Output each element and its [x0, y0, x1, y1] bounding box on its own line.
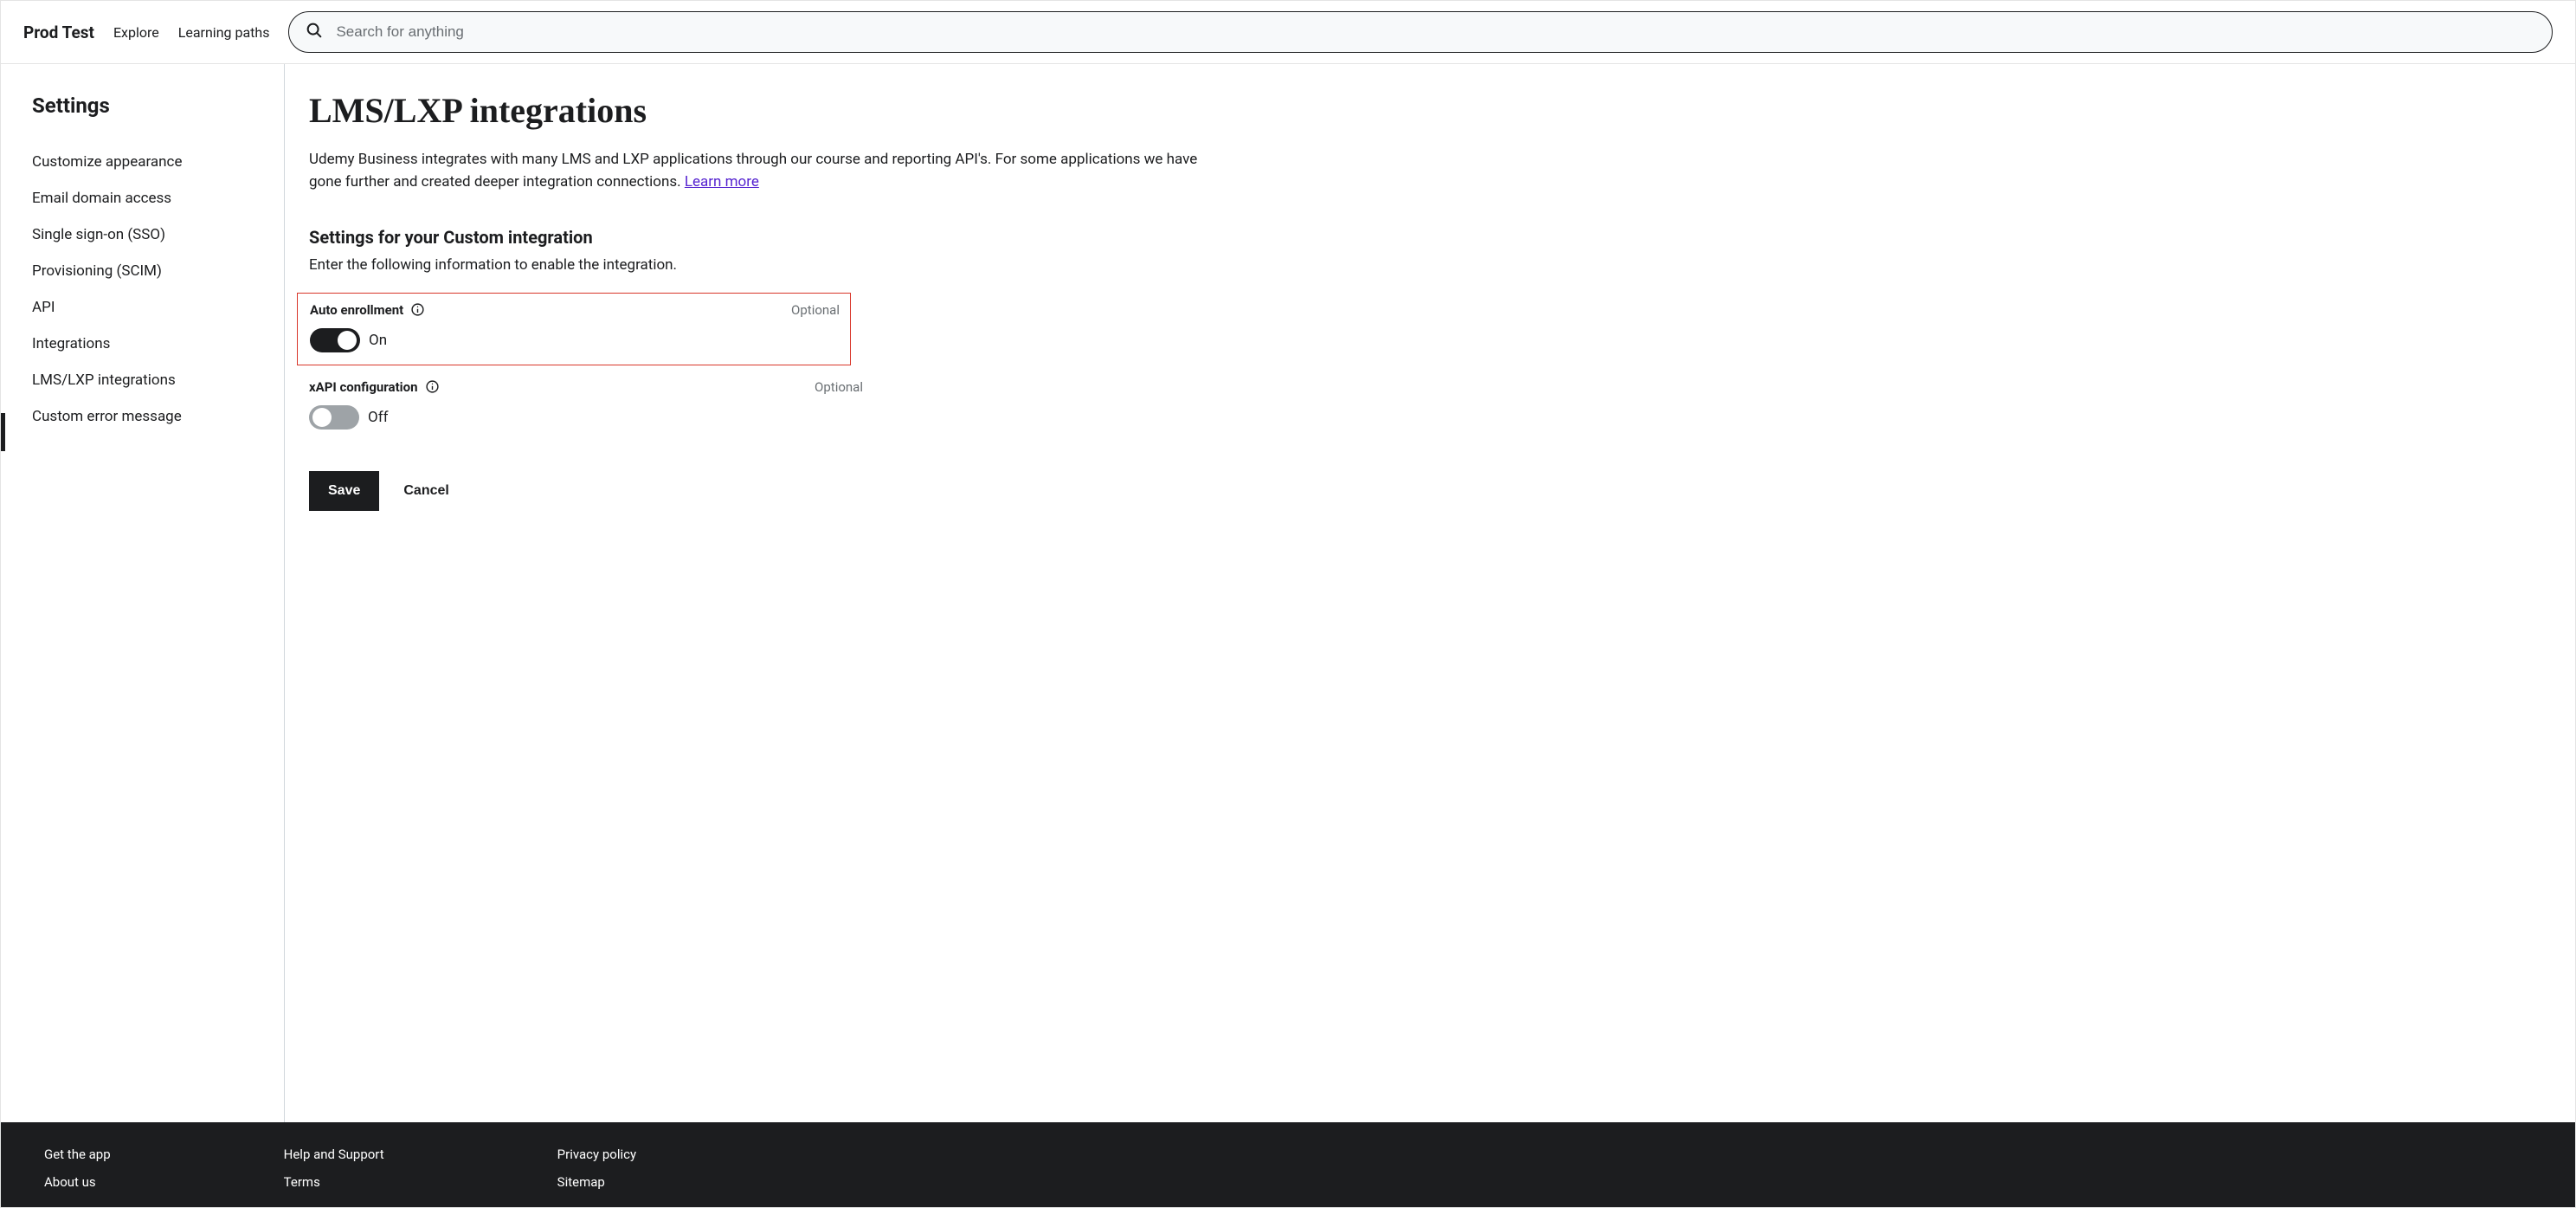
save-button[interactable]: Save — [309, 471, 379, 511]
sidebar-active-indicator — [1, 413, 5, 451]
auto-enrollment-toggle[interactable] — [310, 328, 360, 352]
footer-privacy-policy[interactable]: Privacy policy — [557, 1147, 636, 1162]
page-title: LMS/LXP integrations — [309, 90, 1230, 131]
sidebar-item-api[interactable]: API — [32, 289, 254, 326]
toggle-knob — [312, 408, 332, 427]
sidebar-item-provisioning-scim[interactable]: Provisioning (SCIM) — [32, 253, 254, 289]
toggle-knob — [338, 331, 357, 350]
info-icon[interactable] — [425, 379, 440, 394]
brand-name[interactable]: Prod Test — [23, 23, 94, 42]
search-icon — [305, 21, 324, 43]
xapi-label: xAPI configuration — [309, 379, 418, 395]
auto-enrollment-state: On — [369, 332, 387, 349]
main-content: LMS/LXP integrations Udemy Business inte… — [285, 64, 1254, 1122]
auto-enrollment-label: Auto enrollment — [310, 302, 403, 318]
xapi-state: Off — [368, 409, 389, 426]
footer-terms[interactable]: Terms — [284, 1174, 384, 1190]
sidebar-item-custom-error-message[interactable]: Custom error message — [32, 398, 254, 435]
footer: Get the app About us Help and Support Te… — [1, 1122, 2575, 1207]
section-subtext: Enter the following information to enabl… — [309, 256, 1230, 274]
sidebar-item-customize-appearance[interactable]: Customize appearance — [32, 144, 254, 180]
nav-explore[interactable]: Explore — [113, 24, 159, 41]
settings-sidebar: Settings Customize appearance Email doma… — [1, 64, 285, 1122]
sidebar-item-sso[interactable]: Single sign-on (SSO) — [32, 216, 254, 253]
search-input[interactable] — [336, 23, 2536, 41]
setting-auto-enrollment: Auto enrollment Optional — [297, 293, 851, 365]
footer-sitemap[interactable]: Sitemap — [557, 1174, 636, 1190]
header: Prod Test Explore Learning paths — [1, 1, 2575, 64]
sidebar-title: Settings — [32, 94, 254, 118]
optional-label: Optional — [815, 379, 863, 395]
section-heading: Settings for your Custom integration — [309, 227, 1230, 248]
sidebar-item-integrations[interactable]: Integrations — [32, 326, 254, 362]
xapi-toggle[interactable] — [309, 405, 359, 430]
info-icon[interactable] — [410, 302, 425, 317]
page-description: Udemy Business integrates with many LMS … — [309, 148, 1209, 194]
footer-help-and-support[interactable]: Help and Support — [284, 1147, 384, 1162]
search-bar[interactable] — [288, 11, 2553, 53]
sidebar-item-email-domain-access[interactable]: Email domain access — [32, 180, 254, 216]
action-buttons: Save Cancel — [309, 471, 1230, 511]
setting-xapi: xAPI configuration Optional — [309, 371, 863, 442]
learn-more-link[interactable]: Learn more — [685, 173, 759, 191]
footer-get-the-app[interactable]: Get the app — [44, 1147, 111, 1162]
optional-label: Optional — [791, 302, 840, 318]
sidebar-item-lms-lxp-integrations[interactable]: LMS/LXP integrations — [32, 362, 254, 398]
nav-learning-paths[interactable]: Learning paths — [178, 24, 270, 41]
footer-about-us[interactable]: About us — [44, 1174, 111, 1190]
cancel-button[interactable]: Cancel — [403, 483, 448, 499]
